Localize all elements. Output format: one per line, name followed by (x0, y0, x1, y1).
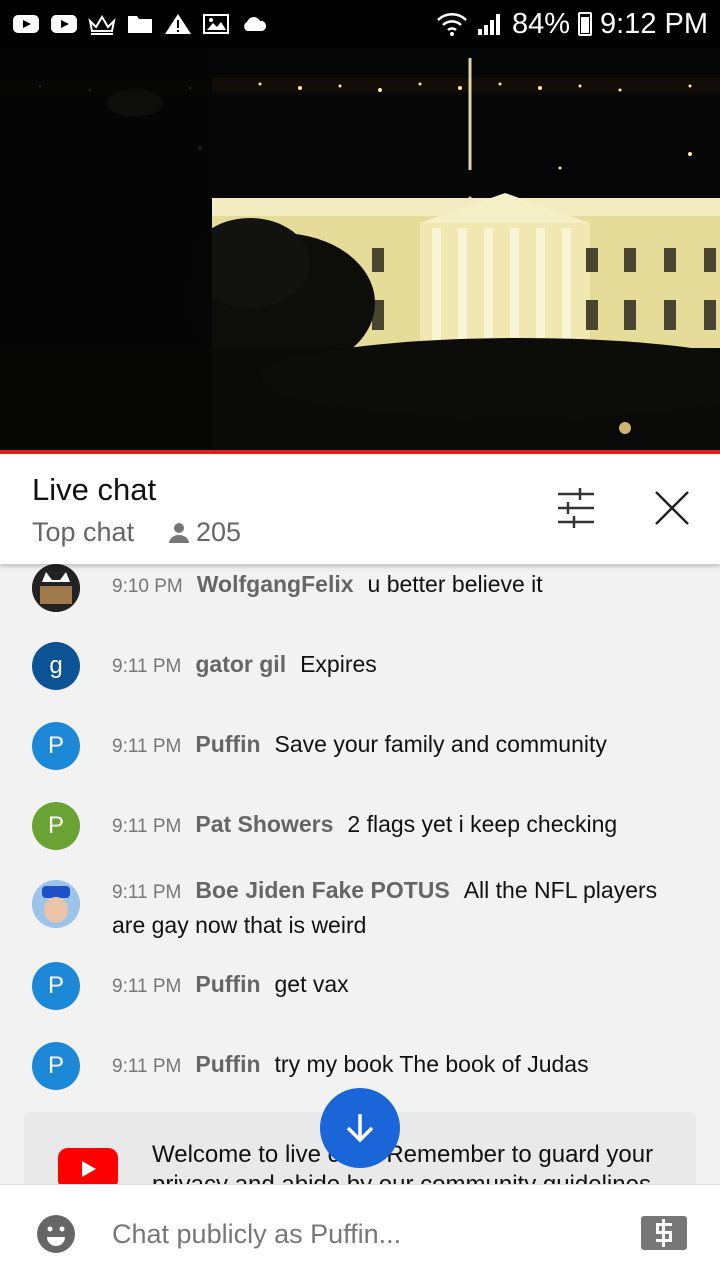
image-icon (203, 14, 229, 34)
message-text: 2 flags yet i keep checking (347, 811, 618, 837)
avatar[interactable] (32, 564, 80, 612)
signal-icon (477, 14, 500, 35)
message-text: u better believe it (367, 571, 543, 597)
video-frame (0, 48, 720, 450)
cat-box-avatar-icon (32, 564, 80, 612)
message-author[interactable]: Puffin (195, 971, 260, 997)
avatar-letter: P (47, 1052, 64, 1079)
message-timestamp: 9:11 PM (112, 816, 182, 837)
cloud-icon (244, 17, 267, 31)
message-author[interactable]: Boe Jiden Fake POTUS (195, 877, 449, 903)
avatar-letter: P (47, 732, 64, 759)
message-author[interactable]: Puffin (195, 1051, 260, 1077)
message-author[interactable]: Puffin (195, 731, 260, 757)
avatar[interactable]: P (32, 722, 80, 770)
avatar[interactable]: g (32, 642, 80, 690)
viewer-count-value: 205 (196, 517, 242, 547)
battery-icon (578, 12, 592, 36)
emoji-icon[interactable] (36, 1214, 76, 1254)
chat-message-input[interactable] (112, 1213, 592, 1255)
message-timestamp: 9:10 PM (112, 576, 183, 597)
battery-percent: 84% (511, 7, 570, 40)
crown-icon (88, 15, 116, 35)
filter-icon[interactable] (552, 484, 600, 532)
video-player[interactable] (0, 48, 720, 450)
message-timestamp: 9:11 PM (112, 1056, 182, 1077)
message-author[interactable]: Pat Showers (195, 811, 333, 837)
message-author[interactable]: gator gil (195, 651, 286, 677)
warning-icon (165, 14, 191, 34)
live-chat-title: Live chat (32, 472, 157, 507)
message-timestamp: 9:11 PM (112, 976, 182, 997)
avatar[interactable]: P (32, 1042, 80, 1090)
youtube-icon (13, 15, 39, 33)
close-icon[interactable] (648, 484, 696, 532)
avatar-letter: P (47, 972, 64, 999)
super-chat-dollar-icon[interactable] (640, 1215, 688, 1251)
face-avatar-icon (32, 880, 80, 928)
chat-input-bar (0, 1184, 720, 1280)
avatar-letter: P (47, 812, 64, 839)
avatar[interactable]: P (32, 962, 80, 1010)
scroll-to-bottom-button[interactable] (320, 1088, 400, 1168)
clock: 9:12 PM (600, 7, 708, 40)
youtube-icon (51, 15, 77, 33)
message-text: Expires (300, 651, 377, 677)
avatar-letter: g (49, 652, 63, 679)
message-author[interactable]: WolfgangFelix (197, 571, 354, 597)
message-timestamp: 9:11 PM (112, 656, 182, 677)
status-bar: 84% 9:12 PM (0, 0, 720, 48)
wifi-icon (437, 13, 467, 36)
arrow-down-icon (346, 1114, 374, 1143)
avatar[interactable] (32, 880, 80, 928)
avatar[interactable]: P (32, 802, 80, 850)
notification-icons (12, 13, 268, 35)
folder-icon (128, 16, 152, 33)
chat-mode-selector[interactable]: Top chat (32, 517, 134, 548)
chat-header: Live chat Top chat 205 (0, 454, 720, 564)
person-icon (169, 522, 189, 543)
message-timestamp: 9:11 PM (112, 882, 182, 903)
message-text: try my book The book of Judas (274, 1051, 589, 1077)
message-text: Save your family and community (274, 731, 607, 757)
message-text: get vax (274, 971, 349, 997)
message-timestamp: 9:11 PM (112, 736, 182, 757)
viewer-count: 205 (168, 517, 241, 548)
